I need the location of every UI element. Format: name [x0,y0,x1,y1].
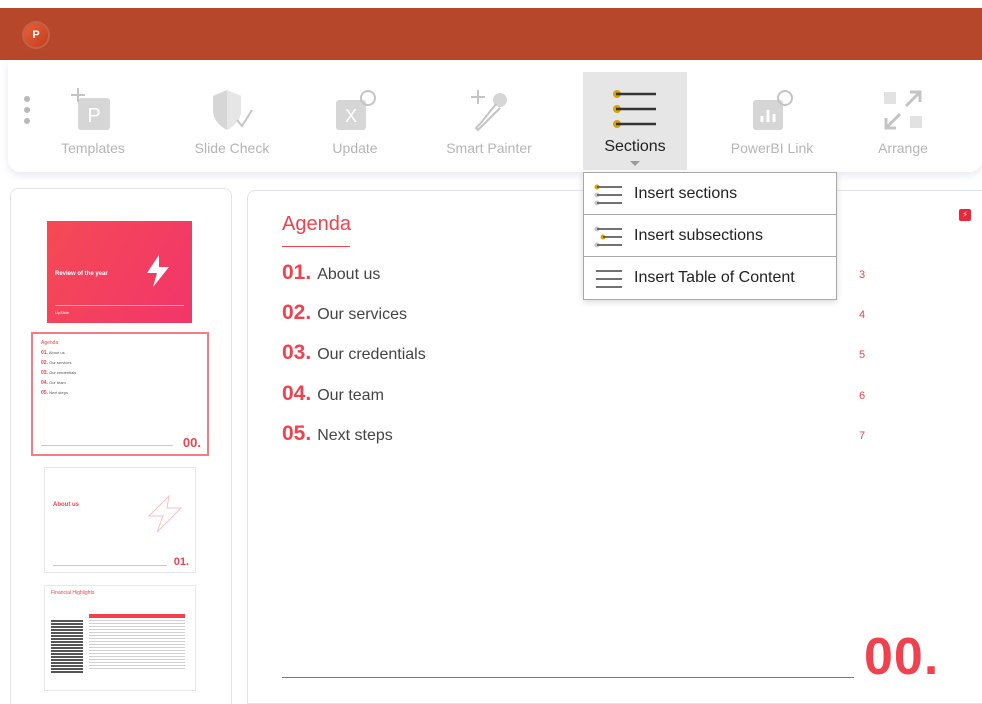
agenda-number: 02. [282,301,312,324]
agenda-number: 05. [282,422,312,445]
thumbnail-agenda-row: 04. Our team [41,380,66,386]
insert-sections-icon [594,184,624,211]
agenda-item[interactable]: 01. About us [282,261,380,287]
thumbnail-agenda-row: 01. About us [41,350,65,356]
shield-check-icon [209,88,255,137]
section-number: 00. [864,628,940,686]
thumbnail-agenda-row: 05. Next steps [41,390,68,396]
agenda-number: 01. [282,261,312,284]
update-label: Update [332,140,378,156]
templates-label: Templates [61,140,125,156]
thumbnail-section-number: 00. [182,435,201,450]
upslide-outline-icon [147,494,183,533]
powerbi-icon [749,88,795,137]
sections-button[interactable]: Sections [583,72,687,170]
ribbon-grip-icon[interactable] [24,96,32,129]
agenda-text: Our services [317,306,407,323]
slide-title: Agenda [282,213,351,235]
agenda-text: Our team [317,387,384,404]
thumbnail-divider [41,445,173,446]
powerbi-link-button[interactable]: PowerBI Link [724,72,820,170]
svg-text:X: X [345,106,357,126]
slide-footer-rule [282,677,854,678]
sections-list-icon [612,88,658,137]
agenda-text: About us [317,266,381,283]
powerbi-link-label: PowerBI Link [730,140,814,156]
agenda-page-number: 3 [859,269,866,281]
insert-sections-label: Insert sections [634,185,738,202]
arrange-button[interactable]: Arrange [864,72,942,170]
slide-thumbnail-4[interactable]: Financial Highlights [44,585,196,691]
agenda-number: 03. [282,341,312,364]
agenda-item[interactable]: 03. Our credentials [282,341,426,367]
agenda-text: Our credentials [317,346,426,363]
insert-table-of-content-label: Insert Table of Content [634,269,795,286]
thumbnail-agenda-row: 02. Our services [41,360,72,366]
ribbon-toolbar: P Templates Slide Check X Update Smart P… [8,60,982,172]
arrange-icon [880,88,926,137]
thumbnail-title: About us [53,502,79,508]
thumbnail-text-block [51,620,83,674]
agenda-item[interactable]: 05. Next steps [282,422,393,448]
sections-dropdown-menu: Insert sections Insert subsections Inser… [583,172,837,300]
agenda-page-number: 5 [859,349,866,361]
table-of-content-icon [594,268,624,295]
slide-thumbnail-3[interactable]: About us 01. [44,467,196,573]
arrange-label: Arrange [878,140,928,156]
smart-painter-label: Smart Painter [446,140,532,156]
agenda-page-number: 7 [859,430,866,442]
powerpoint-logo-icon: P [24,23,48,47]
thumbnail-brand: UpSlide [55,310,70,315]
agenda-page-number: 4 [859,309,866,321]
thumbnail-agenda-row: 03. Our credentials [41,370,77,376]
insert-subsections-icon [594,226,624,253]
eyedropper-icon [466,88,512,137]
thumbnail-table [89,618,185,670]
chevron-down-icon [630,161,640,166]
title-underline [282,246,350,247]
slide-check-label: Slide Check [194,140,270,156]
slide-thumbnail-1[interactable]: Review of the year UpSlide [47,221,192,323]
thumbnail-title: Review of the year [55,271,108,277]
update-button[interactable]: X Update [318,72,392,170]
agenda-number: 04. [282,382,312,405]
excel-refresh-icon: X [332,88,378,137]
slide-thumbnail-2[interactable]: Agenda 01. About us 02. Our services 03.… [31,332,209,456]
agenda-item[interactable]: 02. Our services [282,301,407,327]
upslide-logo-icon [147,255,169,287]
smart-painter-button[interactable]: Smart Painter [436,72,542,170]
insert-table-of-content-menu-item[interactable]: Insert Table of Content [584,257,836,299]
thumbnail-divider [55,305,184,306]
title-bar [0,8,982,60]
slide-thumbnails-panel: Review of the year UpSlide Agenda 01. Ab… [10,188,232,704]
thumbnail-title: Financial Highlights [51,590,95,596]
insert-subsections-menu-item[interactable]: Insert subsections [584,215,836,257]
slide-check-button[interactable]: Slide Check [186,72,278,170]
upslide-badge-icon: ⚡ [959,209,971,221]
svg-text:P: P [87,105,100,127]
thumbnail-section-number: 01. [173,556,189,568]
agenda-text: Next steps [317,427,393,444]
thumbnail-divider [53,565,167,566]
templates-icon: P [70,88,116,137]
sections-label: Sections [604,138,666,155]
agenda-item[interactable]: 04. Our team [282,382,384,408]
insert-subsections-label: Insert subsections [634,227,763,244]
insert-sections-menu-item[interactable]: Insert sections [584,173,836,215]
templates-button[interactable]: P Templates [54,72,132,170]
agenda-page-number: 6 [859,390,866,402]
thumbnail-title: Agenda [41,340,59,346]
